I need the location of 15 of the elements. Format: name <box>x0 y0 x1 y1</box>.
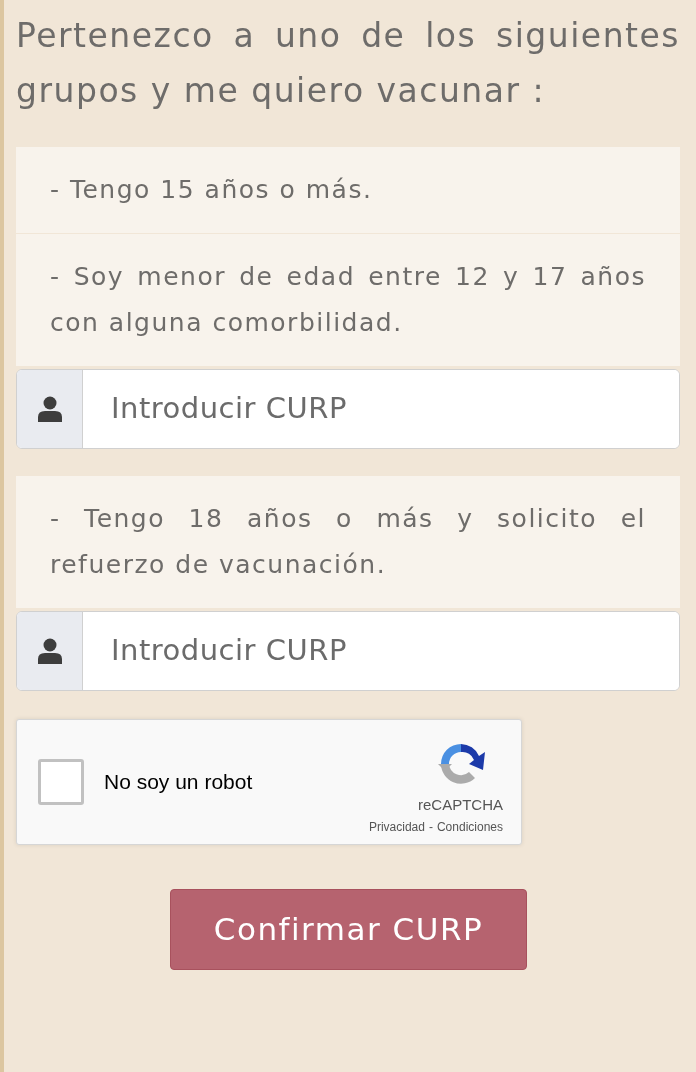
curp-input-field[interactable]: Introducir CURP <box>16 611 680 691</box>
captcha-checkbox[interactable] <box>38 759 84 805</box>
captcha-label: No soy un robot <box>104 769 254 796</box>
brand-text: reCAPTCHA <box>418 794 503 815</box>
privacy-link[interactable]: Privacidad <box>368 818 425 837</box>
confirm-button[interactable]: Confirmar CURP <box>170 889 527 970</box>
heading-text: Pertenezco a uno de los siguientes grupos y me quiero vacunar : <box>16 15 680 112</box>
option-text: - Tengo 18 años o más y solicito el refuerzo de vacunación. <box>50 503 646 581</box>
option-text: - Tengo 15 años o más. <box>50 174 374 206</box>
curp-input-field[interactable]: Introducir CURP <box>16 369 680 449</box>
user-icon <box>37 638 62 664</box>
user-icon <box>37 396 62 422</box>
separator-text: - <box>428 819 433 837</box>
option-text: - Soy menor de edad entre 12 y 17 años con alguna comorbilidad. <box>50 261 646 339</box>
terms-link[interactable]: Condiciones <box>436 818 503 837</box>
